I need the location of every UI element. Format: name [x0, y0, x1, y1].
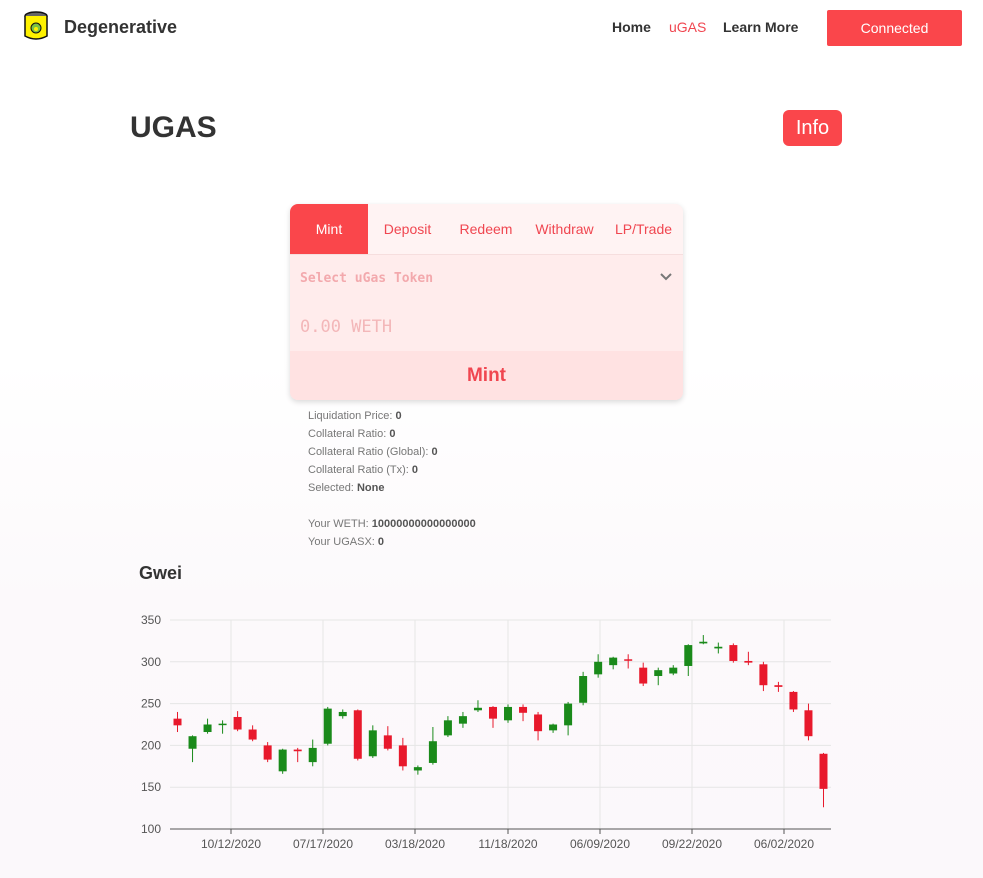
- candle-body-down: [534, 714, 543, 732]
- candle-body-up: [473, 707, 482, 711]
- candle-body-up: [203, 724, 212, 733]
- nav-home[interactable]: Home: [612, 19, 651, 35]
- candle-body-up: [308, 747, 317, 763]
- x-tick-label: 06/02/2020: [754, 837, 814, 851]
- candle-body-up: [579, 676, 588, 703]
- candle-body-up: [684, 645, 693, 666]
- candle-body-up: [549, 724, 558, 731]
- token-select-placeholder: Select uGas Token: [300, 271, 434, 286]
- candle-body-up: [458, 716, 467, 724]
- candle-body-down: [624, 659, 633, 661]
- nav-learn-more[interactable]: Learn More: [723, 19, 798, 35]
- x-tick-label: 09/22/2020: [662, 837, 722, 851]
- candle-body-down: [639, 667, 648, 684]
- x-tick-label: 06/09/2020: [570, 837, 630, 851]
- x-tick-label: 10/12/2020: [201, 837, 261, 851]
- candle-body-up: [714, 646, 723, 649]
- connect-wallet-button[interactable]: Connected: [827, 10, 962, 46]
- gwei-candlestick-chart: 100 150 200 250 300 350 10/12/2020 07/17/2020 03…: [141, 613, 831, 851]
- tab-deposit[interactable]: Deposit: [368, 204, 447, 254]
- stat-liquidation-price: Liquidation Price: 0: [308, 410, 402, 422]
- tab-withdraw[interactable]: Withdraw: [525, 204, 604, 254]
- candle-body-down: [263, 745, 272, 760]
- y-tick-label: 100: [141, 822, 161, 836]
- candle-body-up: [338, 711, 347, 717]
- candle-body-up: [564, 703, 573, 726]
- y-tick-label: 200: [141, 738, 161, 752]
- logo-icon[interactable]: [22, 10, 50, 42]
- candle-body-down: [293, 749, 302, 752]
- x-tick-label: 07/17/2020: [293, 837, 353, 851]
- x-tick-label: 03/18/2020: [385, 837, 445, 851]
- x-tick-label: 11/18/2020: [478, 837, 537, 851]
- candle-body-up: [609, 657, 618, 666]
- candle-body-down: [729, 645, 738, 661]
- y-tick-label: 250: [141, 697, 161, 711]
- candle-body-up: [428, 741, 437, 763]
- candle-body-down: [398, 745, 407, 767]
- chevron-down-icon: [660, 273, 672, 281]
- candle-body-down: [519, 706, 528, 713]
- info-button[interactable]: Info: [783, 110, 842, 146]
- nav-ugas[interactable]: uGAS: [669, 19, 706, 35]
- stat-collateral-ratio: Collateral Ratio: 0: [308, 428, 396, 440]
- candle-body-down: [248, 729, 257, 740]
- token-select[interactable]: Select uGas Token: [290, 254, 683, 300]
- candle-body-up: [278, 749, 287, 772]
- mint-button[interactable]: Mint: [290, 351, 683, 400]
- candle-body-up: [504, 706, 513, 721]
- candle-body-down: [819, 753, 828, 789]
- balance-ugasx: Your UGASX: 0: [308, 536, 385, 548]
- page-title: UGAS: [130, 111, 217, 144]
- stat-collateral-ratio-global: Collateral Ratio (Global): 0: [308, 446, 438, 458]
- tab-lp-trade[interactable]: LP/Trade: [604, 204, 683, 254]
- balance-weth: Your WETH: 10000000000000000: [308, 518, 476, 530]
- candle-body-up: [218, 723, 227, 726]
- y-tick-label: 350: [141, 613, 161, 627]
- stat-collateral-ratio-tx: Collateral Ratio (Tx): 0: [308, 464, 419, 476]
- candle-body-down: [759, 664, 768, 686]
- tab-mint[interactable]: Mint: [290, 204, 368, 254]
- candle-body-down: [173, 718, 182, 726]
- candle-body-down: [233, 716, 242, 730]
- stat-selected: Selected: None: [308, 482, 385, 494]
- candle-body-up: [443, 720, 452, 736]
- candle-body-down: [804, 710, 813, 737]
- candle-body-down: [383, 735, 392, 749]
- candle-body-up: [413, 767, 422, 771]
- candle-body-up: [699, 641, 708, 644]
- candle-body-up: [188, 736, 197, 749]
- candle-body-down: [789, 691, 798, 710]
- y-tick-label: 300: [141, 655, 161, 669]
- candle-body-down: [774, 685, 783, 687]
- amount-input[interactable]: 0.00 WETH: [300, 317, 392, 337]
- tab-redeem[interactable]: Redeem: [447, 204, 525, 254]
- candle-body-down: [488, 706, 497, 719]
- candle-body-down: [744, 660, 753, 663]
- action-tabs: Mint Deposit Redeem Withdraw LP/Trade: [290, 204, 683, 254]
- top-navbar: Degenerative Home uGAS Learn More Connec…: [0, 0, 983, 56]
- candle-body-up: [669, 667, 678, 674]
- mint-card: Mint Deposit Redeem Withdraw LP/Trade Se…: [290, 204, 683, 400]
- candle-body-up: [323, 708, 332, 744]
- brand-name[interactable]: Degenerative: [64, 17, 177, 38]
- candle-body-down: [353, 710, 362, 759]
- chart-title: Gwei: [139, 563, 183, 583]
- candle-body-up: [594, 661, 603, 675]
- candle-body-up: [368, 730, 377, 757]
- y-tick-label: 150: [141, 780, 161, 794]
- candle-body-up: [654, 670, 663, 677]
